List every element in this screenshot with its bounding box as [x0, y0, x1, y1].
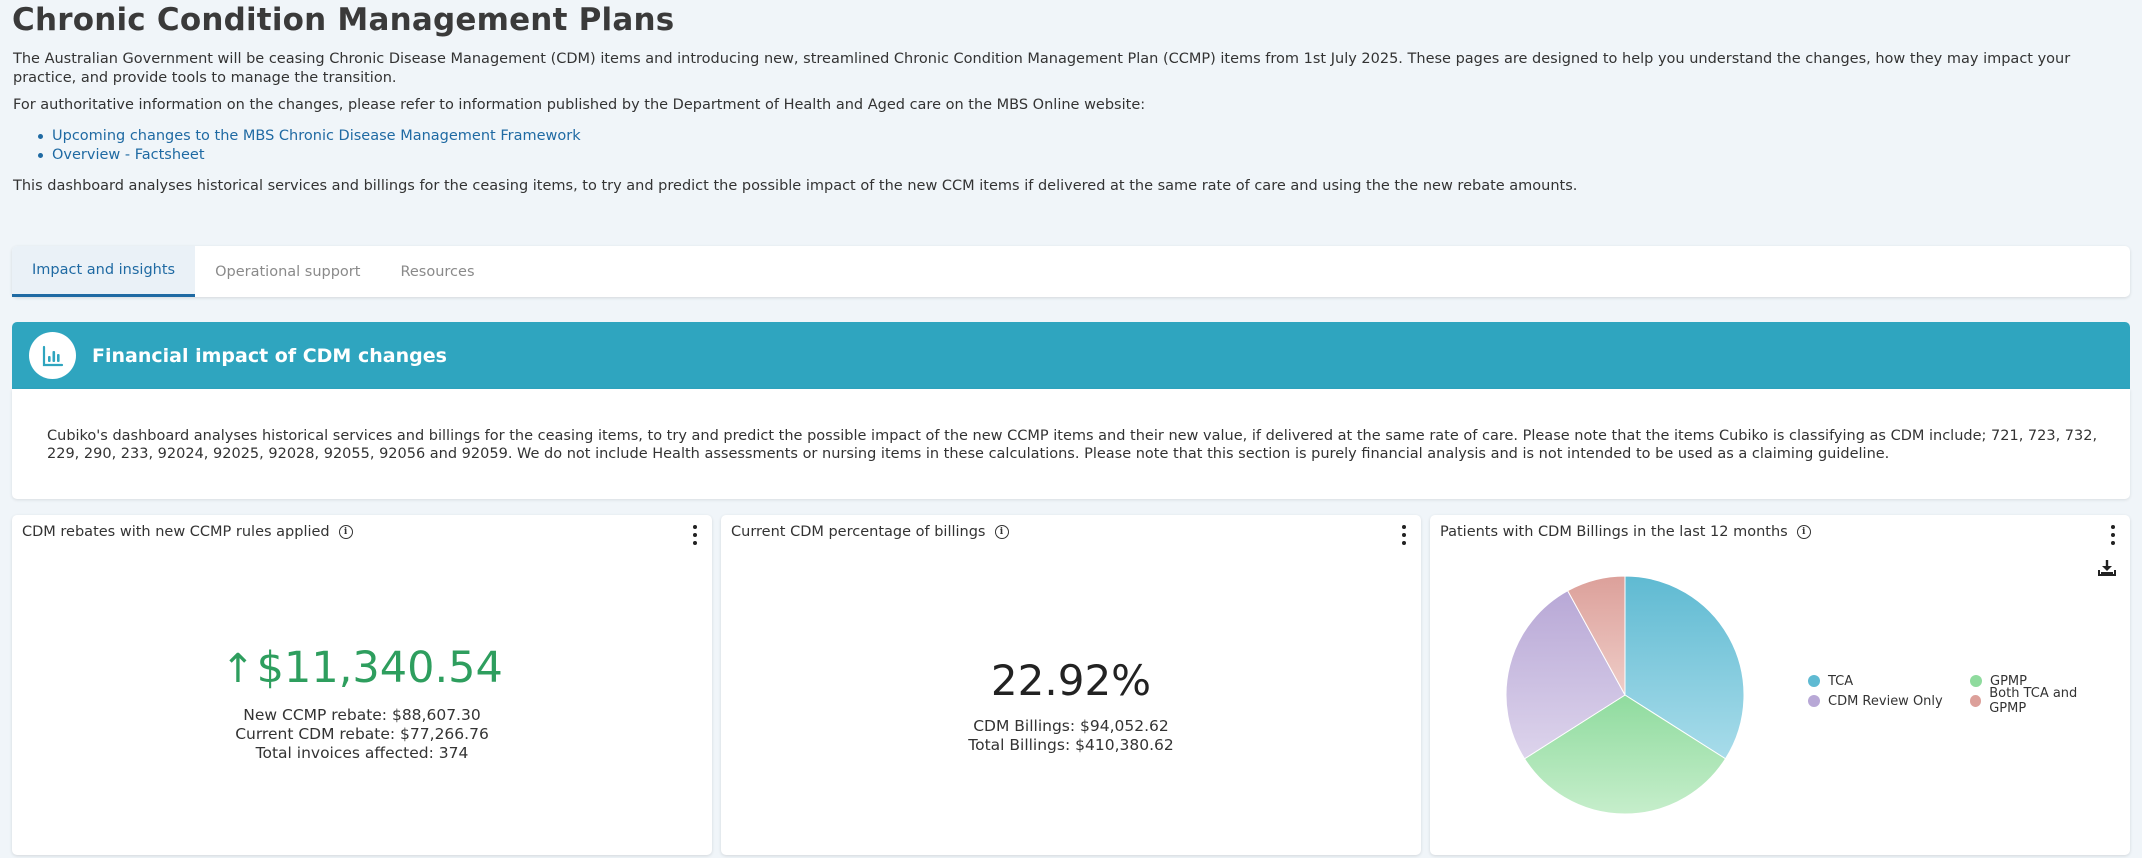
total-billings: Total Billings: $410,380.62: [968, 736, 1174, 754]
intro-dashboard: This dashboard analyses historical servi…: [13, 178, 1578, 194]
card-cdm-percentage: Current CDM percentage of billings i 22.…: [721, 515, 1421, 855]
section-description: Cubiko's dashboard analyses historical s…: [47, 428, 2098, 462]
rebate-difference-value: $11,340.54: [256, 643, 503, 693]
tab-impact-and-insights[interactable]: Impact and insights: [12, 246, 196, 297]
card-title-text: CDM rebates with new CCMP rules applied: [22, 524, 330, 540]
card-patients-cdm: Patients with CDM Billings in the last 1…: [1430, 515, 2130, 855]
page-title: Chronic Condition Management Plans: [12, 2, 675, 38]
card-title: CDM rebates with new CCMP rules applied …: [22, 524, 353, 540]
link-mbs-framework[interactable]: Upcoming changes to the MBS Chronic Dise…: [38, 127, 581, 146]
arrow-up-icon: ↑: [221, 646, 255, 692]
card-title: Current CDM percentage of billings i: [731, 524, 1009, 540]
total-invoices: Total invoices affected: 374: [255, 744, 469, 762]
bar-chart-icon: [29, 332, 76, 379]
card-title-text: Patients with CDM Billings in the last 1…: [1440, 524, 1788, 540]
intro-paragraph: The Australian Government will be ceasin…: [13, 51, 2071, 86]
tab-operational-support[interactable]: Operational support: [195, 246, 380, 297]
card-title: Patients with CDM Billings in the last 1…: [1440, 524, 1811, 540]
tab-resources[interactable]: Resources: [380, 246, 494, 297]
info-icon[interactable]: i: [1796, 525, 1811, 539]
info-icon[interactable]: i: [994, 525, 1009, 539]
info-icon[interactable]: i: [338, 525, 353, 539]
card-title-text: Current CDM percentage of billings: [731, 524, 986, 540]
current-cdm-rebate: Current CDM rebate: $77,266.76: [235, 725, 489, 743]
new-ccmp-rebate: New CCMP rebate: $88,607.30: [243, 706, 481, 724]
more-options-icon[interactable]: [1401, 525, 1407, 545]
chart-legend: TCA GPMP CDM Review Only Both TCA and GP…: [1808, 672, 2110, 716]
cdm-billings: CDM Billings: $94,052.62: [973, 717, 1169, 735]
section-banner: Financial impact of CDM changes: [12, 322, 2130, 389]
rebate-details: New CCMP rebate: $88,607.30 Current CDM …: [12, 706, 712, 763]
more-options-icon[interactable]: [2110, 525, 2116, 545]
legend-item-tca[interactable]: TCA: [1808, 672, 1970, 690]
tab-bar: Impact and insights Operational support …: [12, 246, 2130, 297]
description-card: Cubiko's dashboard analyses historical s…: [12, 389, 2130, 499]
link-factsheet[interactable]: Overview - Factsheet: [38, 146, 581, 165]
legend-item-both-tca-and-gpmp[interactable]: Both TCA and GPMP: [1970, 686, 2110, 716]
section-title: Financial impact of CDM changes: [92, 344, 447, 367]
download-icon[interactable]: [2098, 559, 2116, 581]
intro-reference: For authoritative information on the cha…: [13, 97, 1146, 113]
cdm-percentage-value: 22.92%: [990, 656, 1152, 705]
legend-item-cdm-review-only[interactable]: CDM Review Only: [1808, 692, 1970, 710]
card-cdm-rebates: CDM rebates with new CCMP rules applied …: [12, 515, 712, 855]
rebate-difference: ↑$11,340.54: [12, 643, 712, 693]
reference-links: Upcoming changes to the MBS Chronic Dise…: [38, 127, 581, 165]
patients-pie-chart: [1505, 575, 1745, 815]
more-options-icon[interactable]: [692, 525, 698, 545]
billing-details: CDM Billings: $94,052.62 Total Billings:…: [721, 717, 1421, 755]
